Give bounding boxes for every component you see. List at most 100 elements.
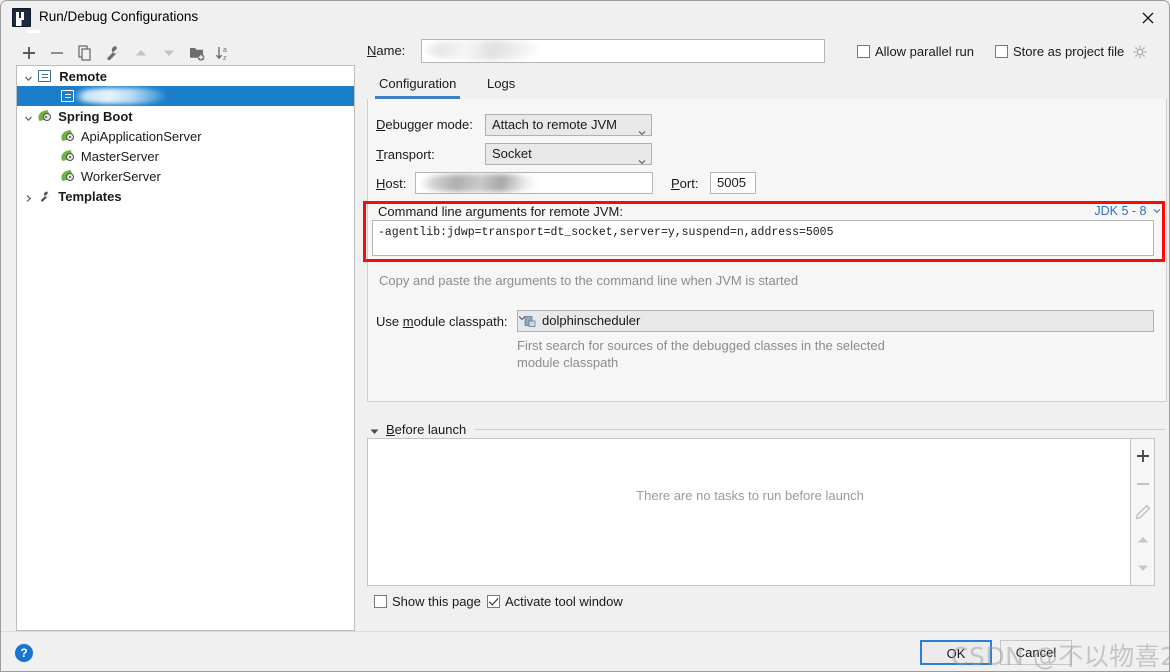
tree-node-label: ApiApplicationServer <box>80 128 202 144</box>
allow-parallel-run-label[interactable]: Allow parallel run <box>875 44 974 59</box>
port-value: 5005 <box>717 175 746 190</box>
move-task-down-button[interactable] <box>1131 554 1155 582</box>
move-up-button[interactable] <box>129 41 153 65</box>
tree-node-spring-boot[interactable]: Spring Boot <box>17 106 354 126</box>
edit-task-button[interactable] <box>1131 498 1155 526</box>
tree-node-label: Templates <box>58 188 122 204</box>
close-icon[interactable] <box>1125 1 1169 32</box>
spring-boot-icon <box>60 149 76 162</box>
activate-tool-window-checkbox[interactable] <box>487 595 500 608</box>
spring-boot-icon <box>60 169 76 182</box>
show-this-page-label[interactable]: Show this page <box>392 594 481 609</box>
command-line-arguments-value: -agentlib:jdwp=transport=dt_socket,serve… <box>378 226 834 239</box>
command-line-arguments-label: Command line arguments for remote JVM: <box>378 204 623 219</box>
wrench-icon <box>38 189 52 202</box>
activate-tool-window-label[interactable]: Activate tool window <box>505 594 623 609</box>
jdk-version-value: JDK 5 - 8 <box>1094 204 1147 218</box>
twisty-expanded-icon[interactable] <box>23 110 34 122</box>
spring-boot-icon <box>36 109 53 122</box>
module-hint-line-2: module classpath <box>517 355 619 370</box>
name-input[interactable] <box>421 39 825 63</box>
sort-configurations-button[interactable]: a z <box>211 41 235 65</box>
host-label: Host: <box>376 176 407 191</box>
section-divider <box>475 429 1165 430</box>
ok-button[interactable]: OK <box>920 640 992 665</box>
tree-node-master-server[interactable]: MasterServer <box>17 146 354 166</box>
chevron-down-icon <box>638 152 646 165</box>
triangle-down-icon[interactable] <box>370 425 379 434</box>
tab-configuration[interactable]: Configuration <box>375 73 461 99</box>
remote-icon <box>37 69 51 82</box>
allow-parallel-run-checkbox[interactable] <box>857 45 870 58</box>
tree-node-templates[interactable]: Templates <box>17 186 354 206</box>
module-classpath-value: dolphinscheduler <box>542 313 641 328</box>
port-input[interactable]: 5005 <box>710 172 756 194</box>
tree-node-label: MasterServer <box>80 148 159 164</box>
tree-node-label: WorkerServer <box>80 168 161 184</box>
tree-node-worker-server[interactable]: WorkerServer <box>17 166 354 186</box>
tree-node-api-application-server[interactable]: ApiApplicationServer <box>17 126 354 146</box>
edit-templates-button[interactable] <box>101 41 125 65</box>
command-line-arguments-input[interactable]: -agentlib:jdwp=transport=dt_socket,serve… <box>372 220 1154 256</box>
add-configuration-button[interactable] <box>17 41 41 65</box>
before-launch-task-list[interactable]: There are no tasks to run before launch <box>367 438 1131 586</box>
debugger-mode-label: Debugger mode: <box>376 117 473 132</box>
move-down-button[interactable] <box>157 41 181 65</box>
jdk-version-selector[interactable]: JDK 5 - 8 <box>1094 204 1161 218</box>
intellij-idea-logo-icon <box>12 8 40 33</box>
transport-value: Socket <box>492 146 532 161</box>
tab-logs[interactable]: Logs <box>483 73 519 99</box>
before-launch-title: Before launch <box>386 422 467 437</box>
debugger-mode-value: Attach to remote JVM <box>492 117 617 132</box>
move-task-up-button[interactable] <box>1131 526 1155 554</box>
title-bar: Run/Debug Configurations <box>1 1 1169 34</box>
before-launch-empty-message: There are no tasks to run before launch <box>636 488 864 503</box>
module-classpath-label: Use module classpath: <box>376 314 508 329</box>
store-as-project-file-label[interactable]: Store as project file <box>1013 44 1124 59</box>
module-hint-line-1: First search for sources of the debugged… <box>517 338 885 353</box>
tree-node-label: Remote <box>59 68 107 84</box>
module-classpath-select[interactable]: dolphinscheduler <box>517 310 1154 332</box>
new-folder-button[interactable] <box>185 41 209 65</box>
cancel-button[interactable]: Cancel <box>1000 640 1072 665</box>
remove-configuration-button[interactable] <box>45 41 69 65</box>
copy-configuration-button[interactable] <box>73 41 97 65</box>
twisty-collapsed-icon[interactable] <box>23 190 34 203</box>
chevron-down-icon <box>1153 204 1161 218</box>
question-mark-icon[interactable]: ? <box>15 644 33 662</box>
module-icon <box>524 315 537 328</box>
remove-task-button[interactable] <box>1131 470 1155 498</box>
host-input[interactable] <box>415 172 653 194</box>
twisty-expanded-icon[interactable] <box>23 70 34 82</box>
debugger-mode-select[interactable]: Attach to remote JVM <box>485 114 652 136</box>
configurations-toolbar: a z <box>17 41 357 65</box>
tree-node-remote[interactable]: Remote <box>17 66 354 86</box>
store-as-project-file-checkbox[interactable] <box>995 45 1008 58</box>
redacted-overlay <box>422 174 538 192</box>
transport-select[interactable]: Socket <box>485 143 652 165</box>
name-label: Name: <box>367 43 406 58</box>
port-label: Port: <box>671 176 699 191</box>
redacted-overlay <box>75 88 167 104</box>
show-this-page-checkbox[interactable] <box>374 595 387 608</box>
add-task-button[interactable] <box>1131 442 1155 470</box>
spring-boot-icon <box>60 129 76 142</box>
tree-node-remote-config-selected[interactable] <box>17 86 354 106</box>
redacted-overlay <box>424 40 542 60</box>
chevron-down-icon <box>638 123 646 136</box>
svg-text:z: z <box>223 55 227 62</box>
configurations-tree[interactable]: Remote Spring Boot ApiApplicationServer <box>16 65 355 631</box>
svg-text:a: a <box>223 47 227 54</box>
remote-icon <box>61 89 75 102</box>
tree-node-label: Spring Boot <box>58 108 133 124</box>
gear-icon[interactable] <box>1133 45 1147 62</box>
footer-divider <box>1 631 1169 632</box>
run-debug-configurations-dialog: Run/Debug Configurations a z Remote Spri… <box>0 0 1170 672</box>
before-launch-toolbar <box>1131 438 1155 586</box>
window-title: Run/Debug Configurations <box>39 9 199 24</box>
tab-bar: Configuration Logs <box>367 73 1167 99</box>
